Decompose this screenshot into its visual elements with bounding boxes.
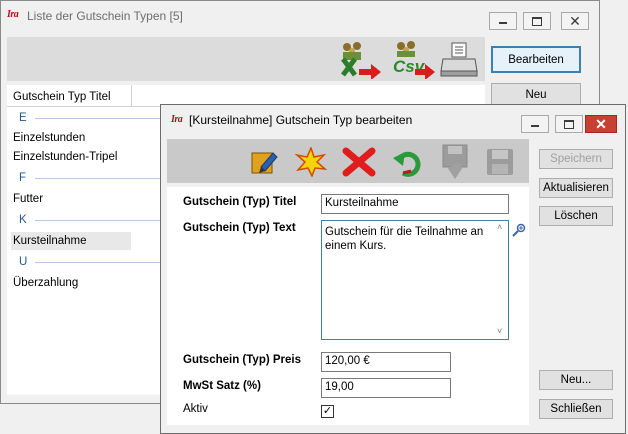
vat-label: MwSt Satz (%) xyxy=(183,380,261,392)
close-button[interactable]: ✕ xyxy=(561,12,589,30)
close-icon: ✕ xyxy=(595,116,607,132)
delete-button[interactable]: Löschen xyxy=(539,206,613,226)
scroll-down-icon[interactable]: ˅ xyxy=(497,326,502,336)
save-icon[interactable] xyxy=(485,147,515,177)
maximize-icon xyxy=(532,16,542,26)
active-checkbox[interactable]: ✓ xyxy=(321,405,334,418)
group-header-f: F xyxy=(19,172,27,184)
text-label: Gutschein (Typ) Text xyxy=(183,222,296,234)
title-input[interactable]: Kursteilnahme xyxy=(321,194,509,214)
title-bar[interactable]: Ira Liste der Gutschein Typen [5] ✕ xyxy=(1,1,599,31)
dialog-toolbar xyxy=(167,139,529,183)
close-button[interactable]: ✕ xyxy=(585,115,617,133)
price-input[interactable]: 120,00 € xyxy=(321,352,451,372)
print-icon[interactable] xyxy=(439,41,479,79)
app-logo-icon: Ira xyxy=(7,9,19,20)
textarea-scrollbar[interactable]: ˄ ˅ xyxy=(494,222,508,338)
excel-export-icon[interactable] xyxy=(337,39,383,79)
save-download-icon[interactable] xyxy=(439,143,473,181)
vat-input[interactable]: 19,00 xyxy=(321,378,451,398)
minimize-icon xyxy=(499,22,507,24)
dialog-title: [Kursteilnahme] Gutschein Typ bearbeiten xyxy=(189,113,413,127)
refresh-button[interactable]: Aktualisieren xyxy=(539,178,613,198)
undo-arrow-icon[interactable] xyxy=(391,146,423,178)
list-item[interactable]: Einzelstunden-Tripel xyxy=(13,151,117,163)
group-header-u: U xyxy=(19,256,28,268)
window-title: Liste der Gutschein Typen [5] xyxy=(27,9,183,23)
minimize-button[interactable] xyxy=(521,115,549,133)
save-button[interactable]: Speichern xyxy=(539,149,613,169)
text-textarea[interactable]: Gutschein für die Teilnahme an einem Kur… xyxy=(321,220,509,340)
text-textarea-value: Gutschein für die Teilnahme an einem Kur… xyxy=(325,226,484,252)
checkmark-icon: ✓ xyxy=(322,405,333,417)
maximize-button[interactable] xyxy=(555,115,583,133)
app-logo-icon: Ira xyxy=(171,114,183,125)
new-button[interactable]: Neu... xyxy=(539,370,613,390)
list-item[interactable]: Futter xyxy=(13,193,43,205)
gutschein-typ-edit-dialog: Ira [Kursteilnahme] Gutschein Typ bearbe… xyxy=(160,104,626,434)
delete-x-icon[interactable] xyxy=(341,145,377,179)
title-label: Gutschein (Typ) Titel xyxy=(183,196,297,208)
csv-export-icon[interactable]: Csv xyxy=(389,39,437,79)
zoom-editor-icon[interactable] xyxy=(511,223,527,237)
close-icon: ✕ xyxy=(569,13,581,29)
list-item[interactable]: Überzahlung xyxy=(13,277,78,289)
column-header-title[interactable]: Gutschein Typ Titel xyxy=(13,91,111,103)
group-header-k: K xyxy=(19,214,27,226)
maximize-button[interactable] xyxy=(523,12,551,30)
list-item-selected[interactable]: Kursteilnahme xyxy=(13,235,87,247)
price-label: Gutschein (Typ) Preis xyxy=(183,354,302,366)
maximize-icon xyxy=(564,119,574,129)
minimize-button[interactable] xyxy=(489,12,517,30)
edit-form: Gutschein (Typ) Titel Kursteilnahme Guts… xyxy=(167,187,529,425)
new-star-icon[interactable] xyxy=(295,147,327,177)
active-label: Aktiv xyxy=(183,403,208,415)
minimize-icon xyxy=(531,125,539,127)
list-toolbar: Csv xyxy=(7,37,485,81)
list-item[interactable]: Einzelstunden xyxy=(13,132,85,144)
dialog-title-bar[interactable]: Ira [Kursteilnahme] Gutschein Typ bearbe… xyxy=(161,105,625,135)
close-dialog-button[interactable]: Schließen xyxy=(539,399,613,419)
edit-button[interactable]: Bearbeiten xyxy=(491,46,581,73)
scroll-up-icon[interactable]: ˄ xyxy=(497,222,502,232)
edit-icon[interactable] xyxy=(249,147,279,177)
group-header-e: E xyxy=(19,112,27,124)
